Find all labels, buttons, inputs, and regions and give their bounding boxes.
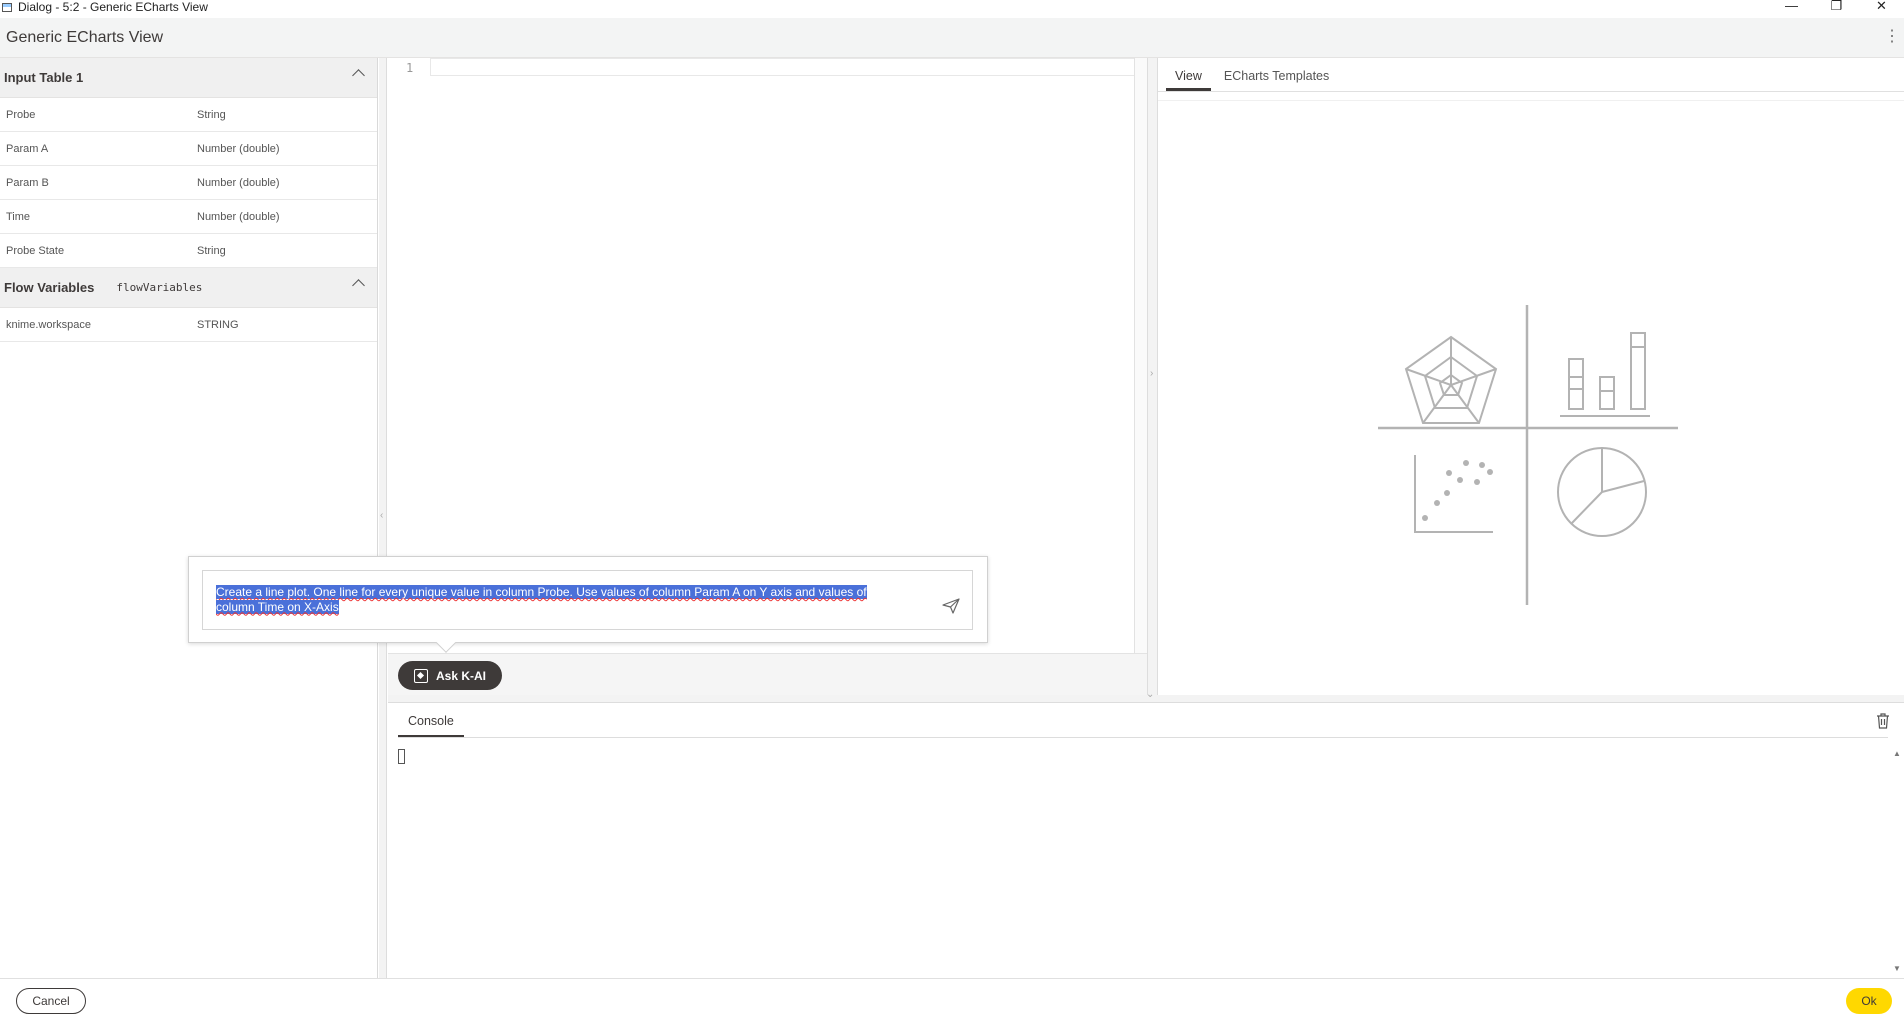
column-type: Number (double) [197, 210, 280, 223]
column-type: String [197, 244, 226, 257]
ai-sparkle-icon [413, 668, 428, 683]
flow-variables-section-header[interactable]: Flow Variables flowVariables [0, 268, 377, 308]
column-name: Param A [6, 142, 49, 155]
window-controls: — ❐ ✕ [1769, 0, 1904, 14]
app-icon [2, 2, 12, 12]
console-scrollbar[interactable]: ▲ ▼ [1890, 747, 1904, 975]
column-type: Number (double) [197, 176, 280, 189]
close-icon[interactable]: ✕ [1859, 0, 1904, 14]
ask-k-ai-label: Ask K-AI [435, 668, 486, 683]
table-row[interactable]: Param A Number (double) [0, 132, 377, 166]
ai-prompt-text: Create a line plot. One line for every u… [216, 585, 867, 614]
current-line-highlight [430, 58, 1145, 76]
column-type: Number (double) [197, 142, 280, 155]
restore-icon[interactable]: ❐ [1814, 0, 1859, 14]
page-title: Generic ECharts View [6, 28, 164, 46]
send-icon[interactable] [942, 598, 960, 614]
divider [398, 737, 1888, 738]
console-panel: Console ▲ ▼ [388, 703, 1904, 978]
view-tabs: View ECharts Templates [1158, 58, 1904, 92]
line-number: 1 [406, 61, 414, 75]
flow-variables-subtitle: flowVariables [116, 281, 203, 294]
tab-view[interactable]: View [1166, 69, 1211, 91]
ai-prompt-input[interactable]: Create a line plot. One line for every u… [202, 570, 973, 630]
cancel-button[interactable]: Cancel [16, 988, 86, 1014]
column-name: Param B [6, 176, 49, 189]
editor-view-splitter[interactable]: › [1147, 58, 1158, 695]
input-table-title: Input Table 1 [4, 70, 84, 85]
column-name: Time [6, 210, 31, 223]
ok-button[interactable]: Ok [1846, 988, 1892, 1014]
trash-icon[interactable] [1876, 713, 1890, 729]
console-splitter[interactable]: ⌄ [388, 689, 1904, 703]
window-titlebar: Dialog - 5:2 - Generic ECharts View — ❐ … [0, 0, 1904, 14]
radar-chart-icon [1404, 335, 1498, 424]
chevron-up-icon[interactable] [352, 69, 365, 82]
table-row[interactable]: Time Number (double) [0, 200, 377, 234]
left-panel-splitter[interactable]: ‹ [379, 58, 387, 978]
ai-bar: Ask K-AI [388, 653, 1147, 695]
ai-prompt-popover: Create a line plot. One line for every u… [188, 556, 988, 653]
table-row[interactable]: Param B Number (double) [0, 166, 377, 200]
minimize-icon[interactable]: — [1769, 0, 1814, 14]
variable-name: knime.workspace [6, 318, 91, 331]
view-panel: View ECharts Templates [1158, 58, 1904, 695]
dialog-footer: Cancel Ok [0, 978, 1904, 1020]
scroll-down-icon[interactable]: ▼ [1893, 964, 1901, 973]
chart-placeholder-icon [1378, 305, 1678, 605]
flow-variables-title: Flow Variables [4, 280, 95, 295]
table-row[interactable]: Probe String [0, 98, 377, 132]
ask-k-ai-button[interactable]: Ask K-AI [398, 661, 502, 690]
pie-chart-icon [1557, 447, 1647, 537]
chevron-left-icon[interactable]: ‹ [380, 510, 383, 521]
input-table-section-header[interactable]: Input Table 1 [0, 58, 377, 98]
column-type: String [197, 108, 226, 121]
scroll-up-icon[interactable]: ▲ [1893, 749, 1901, 758]
data-panel: Input Table 1 Probe String Param A Numbe… [0, 58, 378, 978]
column-name: Probe State [6, 244, 65, 257]
chevron-up-icon[interactable] [352, 279, 365, 292]
editor-scrollbar[interactable] [1134, 58, 1147, 653]
column-name: Probe [6, 108, 36, 121]
more-vertical-icon[interactable]: ⋮ [1884, 28, 1900, 46]
console-input[interactable] [398, 749, 405, 764]
chevron-down-icon[interactable]: ⌄ [1146, 689, 1154, 700]
dialog-header: Generic ECharts View ⋮ [0, 18, 1904, 58]
window-title: Dialog - 5:2 - Generic ECharts View [18, 0, 208, 14]
chevron-right-icon[interactable]: › [1150, 368, 1153, 379]
tab-echarts-templates[interactable]: ECharts Templates [1215, 69, 1338, 91]
tab-console[interactable]: Console [398, 714, 464, 738]
chart-preview-area [1158, 100, 1904, 695]
table-row[interactable]: Probe State String [0, 234, 377, 268]
bar-chart-icon [1560, 332, 1650, 417]
variable-type: STRING [197, 318, 239, 331]
table-row[interactable]: knime.workspace STRING [0, 308, 377, 342]
